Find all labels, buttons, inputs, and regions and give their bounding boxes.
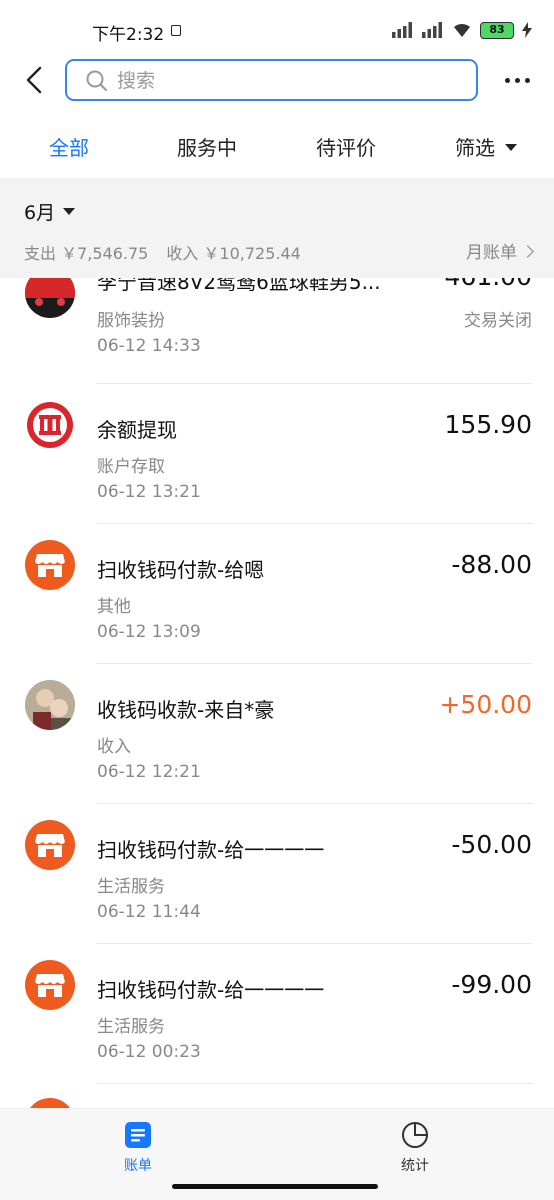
transaction-status: 交易关闭: [464, 311, 532, 331]
more-options-button[interactable]: [505, 72, 535, 88]
transaction-time: 06-12 00:23: [97, 1042, 201, 1062]
transaction-amount: -50.00: [451, 830, 532, 859]
income-total: 收入 ￥10,725.44: [166, 244, 301, 263]
transaction-time: 06-12 14:33: [97, 336, 201, 356]
search-box[interactable]: [65, 59, 478, 101]
transaction-category: 生活服务: [97, 1017, 165, 1037]
transaction-title: 扫收钱码付款-给嗯: [97, 558, 265, 582]
transaction-amount: -99.00: [451, 970, 532, 999]
transaction-title: 李宁音速8V2鸳鸯6篮球鞋男5...: [97, 278, 381, 294]
filter-tabs: 全部 服务中 待评价 筛选: [0, 118, 554, 178]
transaction-time: 06-12 13:09: [97, 622, 201, 642]
tab-in-service[interactable]: 服务中: [177, 132, 237, 161]
bank-logo-icon: [25, 400, 75, 450]
expense-total: 支出 ￥7,546.75: [24, 244, 149, 263]
nav-statistics[interactable]: 统计: [375, 1121, 455, 1175]
back-button[interactable]: [20, 62, 50, 98]
tmall-logo-icon: [25, 278, 75, 318]
cellular-signal-icon: [392, 22, 412, 38]
monthly-bill-label: 月账单: [466, 243, 517, 263]
status-bar: 下午2:32 83: [0, 0, 554, 58]
transaction-title: 余额提现: [97, 418, 177, 442]
caret-down-icon: [505, 144, 517, 151]
transaction-time: 06-12 11:44: [97, 902, 201, 922]
chevron-right-icon: [521, 245, 534, 258]
store-icon: [25, 820, 75, 870]
tab-all[interactable]: 全部: [49, 132, 89, 161]
store-icon: [25, 540, 75, 590]
status-indicators: 83: [392, 20, 532, 40]
battery-icon: 83: [480, 21, 514, 39]
status-time: 下午2:32: [92, 25, 165, 45]
transaction-amount: +50.00: [439, 690, 532, 719]
transaction-title: 扫收钱码付款-给一一一一: [97, 978, 325, 1002]
month-selector[interactable]: 6月: [24, 198, 76, 225]
tab-to-review[interactable]: 待评价: [316, 132, 376, 161]
more-dot-icon: [525, 77, 530, 83]
search-input[interactable]: [117, 67, 457, 95]
transaction-row[interactable]: 余额提现 155.90 账户存取 06-12 13:21: [0, 384, 554, 524]
transaction-category: 收入: [97, 737, 131, 757]
transaction-category: 服饰装扮: [97, 311, 165, 331]
search-icon: [86, 70, 107, 91]
month-summary: 6月 支出 ￥7,546.75 收入 ￥10,725.44 月账单: [0, 178, 554, 278]
home-indicator: [172, 1184, 378, 1189]
header: [0, 58, 554, 104]
caret-down-icon: [63, 208, 76, 215]
transaction-category: 生活服务: [97, 877, 165, 897]
more-dot-icon: [505, 77, 510, 83]
transaction-title: 扫收钱码付款-给一一一一: [97, 838, 325, 862]
cellular-signal-2-icon: [422, 22, 442, 38]
pie-chart-icon: [402, 1122, 428, 1148]
transaction-time: 06-12 12:21: [97, 762, 201, 782]
monthly-bill-link[interactable]: 月账单: [466, 238, 534, 263]
transaction-time: 06-12 13:21: [97, 482, 201, 502]
transaction-row[interactable]: 扫收钱码付款-给一一一一 -99.00 生活服务 06-12 00:23: [0, 944, 554, 1084]
nav-bills[interactable]: 账单: [98, 1121, 178, 1175]
wifi-icon: [454, 23, 470, 37]
bill-icon: [125, 1122, 151, 1148]
transaction-category: 其他: [97, 597, 131, 617]
transaction-row[interactable]: 李宁音速8V2鸳鸯6篮球鞋男5... 461.00 服饰装扮 交易关闭 06-1…: [0, 278, 554, 384]
back-arrow-icon: [26, 66, 42, 94]
user-photo-avatar-icon: [25, 680, 75, 730]
tab-filter[interactable]: 筛选: [455, 132, 517, 161]
charging-bolt-icon: [522, 22, 532, 38]
store-icon: [25, 1098, 75, 1108]
month-totals: 支出 ￥7,546.75 收入 ￥10,725.44: [24, 240, 301, 264]
transaction-row[interactable]: 收钱码收款-来自*豪 +50.00 收入 06-12 12:21: [0, 664, 554, 804]
store-icon: [25, 960, 75, 1010]
transaction-category: 账户存取: [97, 457, 165, 477]
sim-icon: [171, 25, 181, 36]
transaction-amount: -88.00: [451, 550, 532, 579]
transaction-title: 收钱码收款-来自*豪: [97, 698, 275, 722]
transaction-amount: 461.00: [445, 278, 532, 291]
transaction-list: 李宁音速8V2鸳鸯6篮球鞋男5... 461.00 服饰装扮 交易关闭 06-1…: [0, 278, 554, 1108]
nav-statistics-label: 统计: [401, 1158, 429, 1174]
month-label: 6月: [24, 202, 56, 224]
transaction-row[interactable]: 扫收钱码付款-给一一一一 -50.00 生活服务 06-12 11:44: [0, 804, 554, 944]
transaction-amount: 155.90: [444, 410, 532, 439]
nav-bills-label: 账单: [124, 1158, 152, 1174]
transaction-row[interactable]: 扫收钱码付款-给嗯 -88.00 其他 06-12 13:09: [0, 524, 554, 664]
tab-filter-label: 筛选: [455, 136, 495, 160]
more-dot-icon: [515, 77, 520, 83]
transaction-row[interactable]: [0, 1084, 554, 1108]
